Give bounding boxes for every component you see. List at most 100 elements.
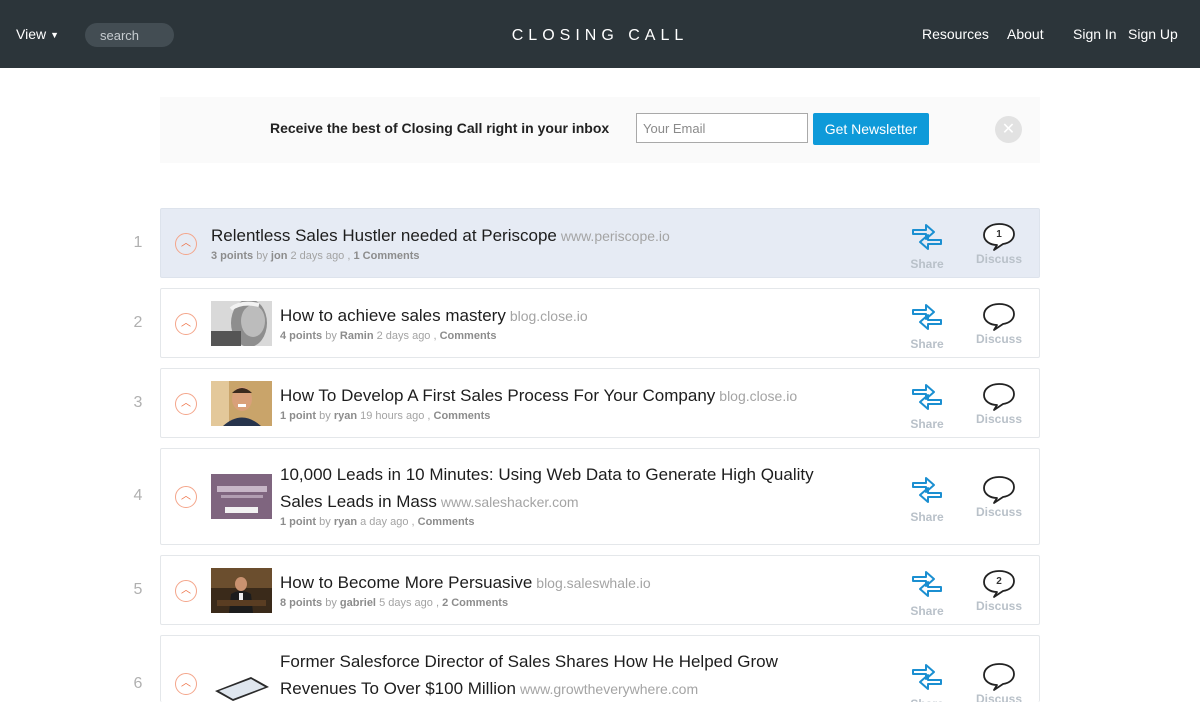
share-label: Share [910, 604, 944, 618]
post-points: 1 point [280, 410, 317, 422]
speech-bubble-icon [983, 383, 1015, 411]
post-rank: 4 [133, 487, 143, 504]
post-meta: 8 points by gabriel 5 days ago , 2 Comme… [280, 597, 509, 609]
share-button[interactable]: Share [901, 662, 953, 702]
share-arrows-icon [912, 664, 942, 690]
share-arrows-icon [912, 304, 942, 330]
post-domain[interactable]: www.saleshacker.com [441, 494, 579, 510]
list-item: ︿ How to Become More Persuasive blog.sale… [160, 555, 1040, 625]
discuss-label: Discuss [975, 505, 1023, 519]
discuss-label: Discuss [975, 599, 1023, 613]
post-time: 2 days ago [290, 250, 345, 262]
nav-resources-link[interactable]: Resources [922, 26, 989, 42]
list-item: ︿ Relentless Sales Hustler needed at Per… [160, 208, 1040, 278]
discuss-button[interactable]: 1 Discuss [973, 222, 1025, 266]
post-meta: 1 point by ryan a day ago , Comments [280, 516, 475, 528]
post-author[interactable]: jon [271, 250, 288, 262]
discuss-button[interactable]: Discuss [973, 662, 1025, 702]
share-button[interactable]: Share [901, 569, 953, 618]
discuss-button[interactable]: Discuss [973, 475, 1025, 519]
post-meta: 4 points by Ramin 2 days ago , Comments [280, 330, 497, 342]
post-meta: 3 points by jon 2 days ago , 1 Comments [211, 250, 420, 262]
post-by: by [325, 330, 337, 342]
share-label: Share [901, 697, 953, 702]
post-points: 3 points [211, 250, 254, 262]
share-button[interactable]: Share [901, 382, 953, 431]
post-time: 19 hours ago [360, 410, 425, 422]
speech-bubble-icon [983, 303, 1015, 331]
post-by: by [325, 597, 337, 609]
upvote-icon[interactable]: ︿ [175, 233, 197, 255]
list-item: ︿ How to achieve sales mastery blog.close… [160, 288, 1040, 358]
email-field[interactable] [636, 113, 808, 143]
upvote-icon[interactable]: ︿ [175, 580, 197, 602]
discuss-button[interactable]: 2 Discuss [973, 569, 1025, 613]
upvote-icon[interactable]: ︿ [175, 393, 197, 415]
comments-link[interactable]: Comments [440, 330, 497, 342]
post-time: a day ago [360, 516, 409, 528]
share-label: Share [910, 417, 944, 431]
post-domain[interactable]: blog.saleswhale.io [536, 575, 650, 591]
list-item: ︿ 10,000 Leads in 10 Minutes: Using Web … [160, 448, 1040, 545]
discuss-button[interactable]: Discuss [973, 382, 1025, 426]
post-title[interactable]: Relentless Sales Hustler needed at Peris… [211, 226, 557, 245]
sign-in-link[interactable]: Sign In [1073, 26, 1117, 42]
post-thumbnail[interactable] [211, 669, 272, 702]
share-arrows-icon [912, 384, 942, 410]
post-domain[interactable]: blog.close.io [719, 388, 797, 404]
post-domain[interactable]: blog.close.io [510, 308, 588, 324]
discuss-label: Discuss [975, 412, 1023, 426]
comment-count: 1 [996, 229, 1002, 240]
share-button[interactable]: Share [901, 222, 953, 271]
post-rank: 6 [133, 675, 143, 692]
post-rank: 1 [133, 234, 143, 251]
share-arrows-icon [912, 571, 942, 597]
post-by: by [256, 250, 268, 262]
post-thumbnail[interactable] [211, 381, 272, 426]
discuss-label: Discuss [975, 332, 1023, 346]
discuss-label: Discuss [975, 692, 1023, 702]
post-domain[interactable]: www.growtheverywhere.com [520, 681, 698, 697]
post-time: 5 days ago [379, 597, 433, 609]
list-item: ︿ How To Develop A First Sales Process F… [160, 368, 1040, 438]
discuss-button[interactable]: Discuss [973, 302, 1025, 346]
post-time: 2 days ago [376, 330, 431, 342]
post-points: 1 point [280, 516, 317, 528]
post-by: by [319, 410, 331, 422]
post-thumbnail[interactable] [211, 568, 272, 613]
comments-link[interactable]: 2 Comments [442, 597, 508, 609]
comments-link[interactable]: Comments [418, 516, 475, 528]
post-author[interactable]: Ramin [340, 330, 374, 342]
discuss-label: Discuss [975, 252, 1023, 266]
post-author[interactable]: ryan [334, 516, 357, 528]
post-meta: 1 point by ryan 19 hours ago , Comments [280, 410, 491, 422]
upvote-icon[interactable]: ︿ [175, 673, 197, 695]
sign-up-link[interactable]: Sign Up [1128, 26, 1178, 42]
post-author[interactable]: gabriel [340, 597, 376, 609]
post-domain[interactable]: www.periscope.io [561, 228, 670, 244]
post-by: by [319, 516, 331, 528]
list-item: ︿ Former Salesforce Director of Sales Sh… [160, 635, 1040, 702]
share-label: Share [910, 510, 944, 524]
close-icon[interactable]: ✕ [995, 116, 1022, 143]
post-title[interactable]: How to Become More Persuasive [280, 573, 532, 592]
comments-link[interactable]: Comments [434, 410, 491, 422]
post-rank: 5 [133, 581, 143, 598]
newsletter-banner: Receive the best of Closing Call right i… [160, 97, 1040, 163]
get-newsletter-button[interactable]: Get Newsletter [813, 113, 929, 145]
post-title[interactable]: How to achieve sales mastery [280, 306, 506, 325]
comments-link[interactable]: 1 Comments [353, 250, 419, 262]
nav-about-link[interactable]: About [1007, 26, 1044, 42]
share-button[interactable]: Share [901, 475, 953, 524]
post-points: 4 points [280, 330, 323, 342]
post-title[interactable]: How To Develop A First Sales Process For… [280, 386, 715, 405]
post-author[interactable]: ryan [334, 410, 357, 422]
upvote-icon[interactable]: ︿ [175, 486, 197, 508]
post-thumbnail[interactable] [211, 474, 272, 519]
upvote-icon[interactable]: ︿ [175, 313, 197, 335]
share-arrows-icon [912, 224, 942, 250]
post-thumbnail[interactable] [211, 301, 272, 346]
share-button[interactable]: Share [901, 302, 953, 351]
share-label: Share [910, 337, 944, 351]
speech-bubble-icon [983, 476, 1015, 504]
